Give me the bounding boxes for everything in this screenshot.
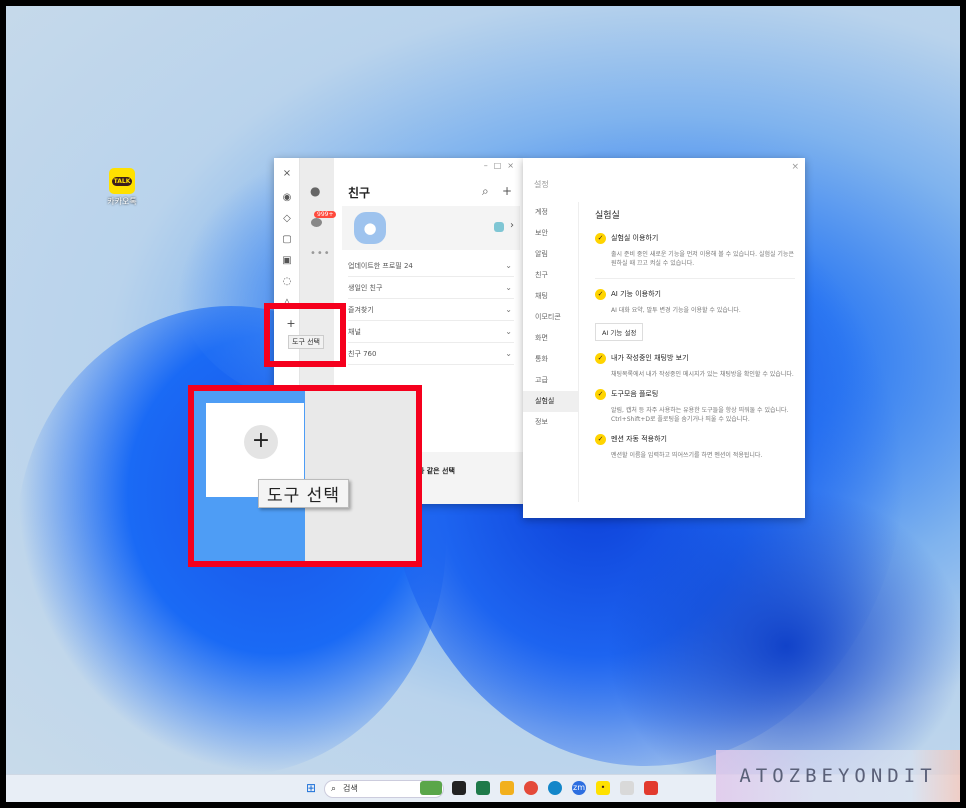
file-explorer-icon[interactable] (500, 781, 514, 795)
option-ai[interactable]: ✓ AI 기능 이용하기 AI 대화 요약, 말투 변경 기능을 이용할 수 있… (595, 289, 795, 315)
app-icon[interactable] (620, 781, 634, 795)
task-view-icon[interactable] (452, 781, 466, 795)
settings-nav: 계정 보안 알림 친구 채팅 이모티콘 화면 통화 고급 실험실 정보 (523, 202, 579, 502)
checkmark-icon[interactable]: ✓ (595, 289, 606, 300)
tool-select-tooltip: 도구 선택 (288, 335, 324, 349)
close-icon[interactable]: × (791, 162, 799, 172)
settings-window: 설정 × 계정 보안 알림 친구 채팅 이모티콘 화면 통화 고급 실험실 정보… (523, 158, 805, 518)
chats-icon[interactable] (311, 218, 322, 227)
nav-emoticon[interactable]: 이모티콘 (523, 307, 578, 328)
section-birthdays[interactable]: 생일인 친구 ⌄ (348, 277, 514, 299)
chevron-down-icon: ⌄ (505, 349, 512, 358)
talk-icon[interactable]: ◉ (281, 192, 293, 204)
plus-icon[interactable]: + (284, 317, 298, 331)
window-controls[interactable]: –□× (484, 161, 520, 170)
bell-off-icon[interactable]: ◇ (281, 213, 293, 225)
checkmark-icon[interactable]: ✓ (595, 434, 606, 445)
rail-close-icon[interactable]: × (281, 168, 293, 180)
checkmark-icon[interactable]: ✓ (595, 353, 606, 364)
nav-call[interactable]: 통화 (523, 349, 578, 370)
nav-info[interactable]: 정보 (523, 412, 578, 433)
option-lab[interactable]: ✓ 실험실 이용하기 출시 준비 중인 새로운 기능을 먼저 이용해 볼 수 있… (595, 233, 795, 268)
nav-account[interactable]: 계정 (523, 202, 578, 223)
edge-icon[interactable] (548, 781, 562, 795)
section-favorites[interactable]: 즐겨찾기 ⌄ (348, 299, 514, 321)
calendar-icon[interactable]: ▣ (281, 255, 293, 267)
chevron-down-icon: ⌄ (505, 283, 512, 292)
tool-select-highlight: + 도구 선택 (264, 303, 346, 367)
kakaotalk-icon: TALK (109, 168, 135, 194)
chevron-down-icon: ⌄ (505, 327, 512, 336)
section-heading: 실험실 (595, 211, 620, 221)
nav-notifications[interactable]: 알림 (523, 244, 578, 265)
option-toolbar-floating[interactable]: ✓ 도구모음 플로팅 알림, 캡처 등 자주 사용하는 유용한 도구들을 항상 … (595, 389, 795, 424)
nav-advanced[interactable]: 고급 (523, 370, 578, 391)
ai-settings-button[interactable]: AI 기능 설정 (595, 323, 644, 341)
settings-title: 설정 (534, 180, 549, 189)
nav-friends[interactable]: 친구 (523, 265, 578, 286)
chevron-down-icon: ⌄ (505, 305, 512, 314)
chevron-right-icon: › (510, 220, 514, 231)
nav-display[interactable]: 화면 (523, 328, 578, 349)
page-title: 친구 (348, 186, 371, 200)
more-icon[interactable]: ••• (310, 248, 331, 259)
capture-icon[interactable]: ▢ (281, 234, 293, 246)
section-channels[interactable]: 채널 ⌄ (348, 321, 514, 343)
snipping-tool-icon[interactable] (644, 781, 658, 795)
checkmark-icon[interactable]: ✓ (595, 233, 606, 244)
weather-widget-icon[interactable] (420, 781, 442, 795)
zoom-callout: + 도구 선택 (188, 385, 422, 567)
kakaotalk-taskbar-icon[interactable]: • (596, 781, 610, 795)
profile-status-icon (494, 222, 504, 232)
zoom-app-icon[interactable]: zm (572, 781, 586, 795)
section-friends[interactable]: 친구 760 ⌄ (348, 343, 514, 365)
chrome-icon[interactable] (524, 781, 538, 795)
my-profile[interactable]: ● › (342, 206, 520, 250)
chevron-down-icon: ⌄ (505, 261, 512, 270)
watermark: ATOZBEYONDIT (716, 750, 960, 802)
avatar: ● (354, 212, 386, 244)
desktop-icon-label: 카카오톡 (107, 197, 137, 206)
nav-chat[interactable]: 채팅 (523, 286, 578, 307)
plus-icon[interactable]: + (244, 425, 278, 459)
add-friend-icon[interactable]: + (502, 184, 512, 198)
divider (595, 278, 795, 279)
chat-icon[interactable]: ◌ (281, 276, 293, 288)
desktop-kakaotalk-shortcut[interactable]: TALK 카카오톡 (104, 168, 140, 207)
section-updated-profiles[interactable]: 업데이트한 프로필 24 ⌄ (348, 255, 514, 277)
checkmark-icon[interactable]: ✓ (595, 389, 606, 400)
option-auto-mention[interactable]: ✓ 멘션 자동 적용하기 멘션할 이름을 입력하고 띄어쓰기를 하면 멘션이 적… (595, 434, 795, 460)
zoomed-tooltip: 도구 선택 (258, 479, 349, 508)
lab-settings: 실험실 ✓ 실험실 이용하기 출시 준비 중인 새로운 기능을 먼저 이용해 볼… (595, 208, 795, 462)
nav-lab[interactable]: 실험실 (523, 391, 578, 412)
search-icon[interactable]: ⌕ (482, 184, 489, 199)
store-icon[interactable] (476, 781, 490, 795)
friends-icon[interactable]: ● (310, 184, 324, 198)
nav-security[interactable]: 보안 (523, 223, 578, 244)
search-icon: ⌕ (331, 784, 337, 794)
option-drafts[interactable]: ✓ 내가 작성중인 채팅방 보기 채팅목록에서 내가 작성중인 메시지가 있는 … (595, 353, 795, 379)
start-icon[interactable]: ⊞ (304, 781, 318, 795)
